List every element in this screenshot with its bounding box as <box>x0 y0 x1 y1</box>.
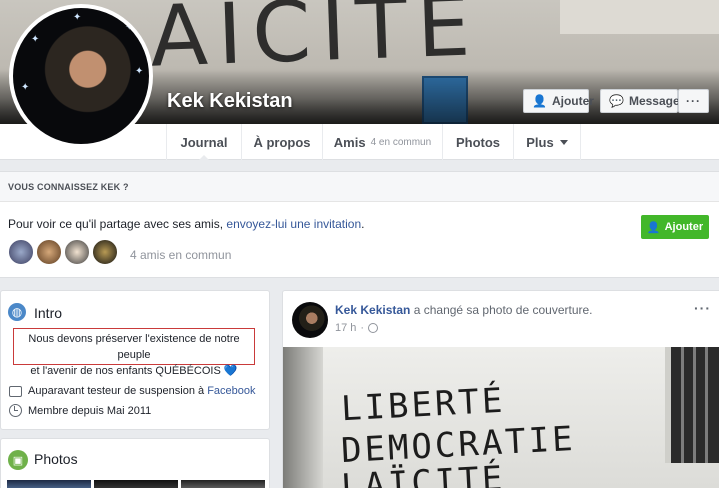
sparkle-icon: ✦ <box>73 12 82 23</box>
tab-journal[interactable]: Journal <box>166 124 241 161</box>
invite-link[interactable]: envoyez-lui une invitation <box>226 217 361 231</box>
bio: Nous devons préserver l'existence de not… <box>13 328 255 377</box>
post-author[interactable]: Kek Kekistan <box>335 303 410 317</box>
post-options-button[interactable]: ··· <box>694 300 711 316</box>
sparkle-icon: ✦ <box>135 66 144 77</box>
post-action: a changé sa photo de couverture. <box>410 303 593 317</box>
tab-label: Amis <box>333 134 366 150</box>
post-image[interactable]: LIBERTÉ DEMOCRATIE LAÏCITÉ <box>283 347 719 488</box>
tab-label: Journal <box>180 134 228 150</box>
member-since: Membre depuis Mai 2011 <box>28 404 152 417</box>
photos-title[interactable]: Photos <box>34 451 78 467</box>
post-separator: · <box>360 322 365 334</box>
add-friend-green-button[interactable]: 👤 Ajouter <box>641 215 709 239</box>
friend-avatar[interactable] <box>92 239 118 265</box>
window-bar <box>681 347 684 463</box>
more-options-button[interactable]: ··· <box>678 89 709 113</box>
mutual-friends-count[interactable]: 4 amis en commun <box>130 248 231 262</box>
profile-name[interactable]: Kek Kekistan <box>167 90 293 113</box>
cover-wall-stone <box>560 0 719 34</box>
barred-window <box>665 347 719 463</box>
add-friend-icon: 👤 <box>532 94 547 108</box>
message-label: Message <box>628 94 680 108</box>
tab-label: Plus <box>526 134 554 150</box>
mutual-friends-avatars <box>8 239 118 265</box>
tab-label: À propos <box>253 134 311 150</box>
bio-line: et l'avenir de nos enfants QUÉBÉCOIS 💙 <box>30 365 238 377</box>
globe-icon: ◍ <box>8 303 26 321</box>
blue-heart-icon: 💙 <box>223 365 238 377</box>
clock-icon <box>9 404 22 417</box>
friend-avatar[interactable] <box>36 239 62 265</box>
friend-avatar[interactable] <box>8 239 34 265</box>
tab-label: Photos <box>455 134 501 150</box>
messenger-icon: 💬 <box>609 94 624 108</box>
photo-thumbnail[interactable] <box>94 480 178 488</box>
window-bar <box>705 347 708 463</box>
photo-thumbnails <box>7 480 265 488</box>
tab-about[interactable]: À propos <box>241 124 322 160</box>
member-row: Membre depuis Mai 2011 <box>9 404 151 417</box>
bio-line: Nous devons préserver l'existence de not… <box>28 333 240 361</box>
know-text-after: . <box>361 217 365 231</box>
know-message: Pour voir ce qu'il partage avec ses amis… <box>8 217 364 231</box>
tab-more[interactable]: Plus <box>513 124 581 160</box>
window-bar <box>693 347 696 463</box>
intro-title: Intro <box>34 305 63 321</box>
graffiti-line: LIBERTÉ <box>340 380 507 430</box>
sparkle-icon: ✦ <box>21 82 30 93</box>
intro-card: ◍ Intro Nous devons préserver l'existenc… <box>0 290 270 430</box>
add-friend-icon: 👤 <box>646 221 661 234</box>
wall-shadow <box>283 347 323 488</box>
friend-avatar[interactable] <box>64 239 90 265</box>
message-button[interactable]: 💬 Message <box>600 89 680 113</box>
work-text: Auparavant testeur de suspension à <box>28 385 208 397</box>
photos-icon: ▣ <box>8 450 28 470</box>
add-friend-label: Ajouter <box>664 221 704 233</box>
sparkle-icon: ✦ <box>31 34 40 45</box>
briefcase-icon <box>9 385 22 397</box>
know-heading: VOUS CONNAISSEZ KEK ? <box>0 172 719 202</box>
photo-thumbnail[interactable] <box>7 480 91 488</box>
post-card: Kek Kekistan a changé sa photo de couver… <box>282 290 719 488</box>
photo-thumbnail[interactable] <box>181 480 265 488</box>
know-person-panel: VOUS CONNAISSEZ KEK ? Pour voir ce qu'il… <box>0 171 719 278</box>
caret-down-icon <box>559 139 568 149</box>
work-link[interactable]: Facebook <box>207 385 255 397</box>
post-header: Kek Kekistan a changé sa photo de couver… <box>335 303 593 317</box>
mutual-count: 4 en commun <box>370 136 432 148</box>
post-time[interactable]: 17 h <box>335 322 356 334</box>
post-author-avatar[interactable] <box>292 302 328 338</box>
profile-avatar[interactable]: ✦ ✦ ✦ ✦ ✦ <box>9 4 153 148</box>
work-row: Auparavant testeur de suspension à Faceb… <box>9 385 256 397</box>
add-friend-button[interactable]: 👤 Ajouter <box>523 89 594 113</box>
photos-card: ▣ Photos <box>0 438 270 488</box>
public-audience-icon[interactable] <box>368 323 379 333</box>
tab-friends[interactable]: Amis 4 en commun <box>322 124 442 160</box>
tab-photos[interactable]: Photos <box>442 124 513 160</box>
add-friend-label: Ajouter <box>551 94 594 108</box>
sparkle-icon: ✦ <box>125 22 134 33</box>
know-text-before: Pour voir ce qu'il partage avec ses amis… <box>8 217 227 231</box>
post-meta: 17 h · <box>335 322 379 334</box>
